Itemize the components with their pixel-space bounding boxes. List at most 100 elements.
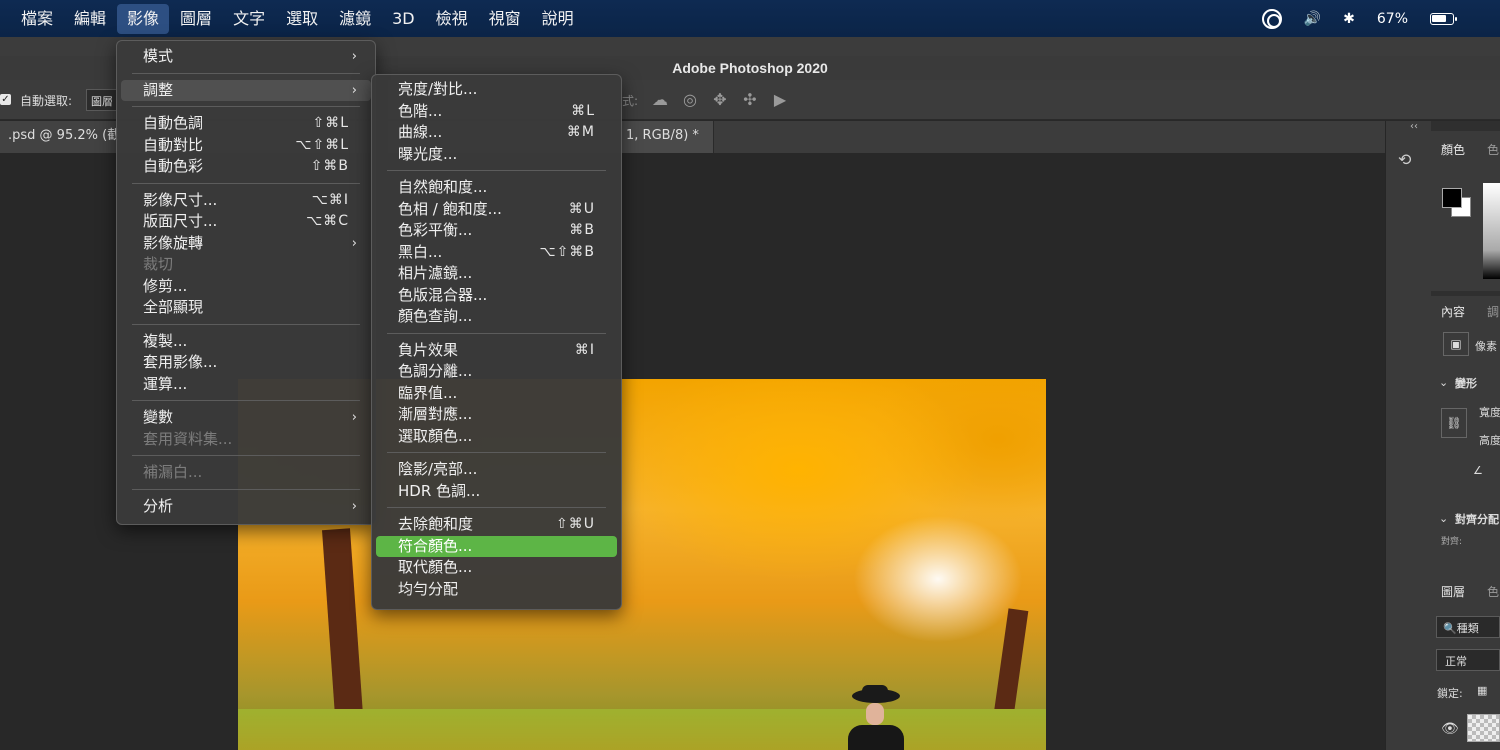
menu-item[interactable]: 顏色查詢... xyxy=(376,306,617,327)
menubar-item[interactable]: 檢視 xyxy=(426,4,478,34)
menu-bar-items: 檔案 編輯 影像 圖層 文字 選取 濾鏡 3D 檢視 視窗 說明 xyxy=(0,3,584,34)
3d-slide-icon[interactable]: ✣ xyxy=(740,90,760,110)
menu-item-label: 影像旋轉 xyxy=(143,233,204,252)
menu-item[interactable]: 色彩平衡... ⌘B xyxy=(376,220,617,241)
layer-thumbnail[interactable] xyxy=(1467,714,1500,742)
menubar-item[interactable]: 編輯 xyxy=(64,4,116,34)
menu-item[interactable]: 運算... xyxy=(121,374,371,395)
menu-item[interactable]: 均勻分配 xyxy=(376,579,617,600)
menu-item[interactable]: 負片效果 ⌘I xyxy=(376,340,617,361)
menu-item[interactable]: 自動色調 ⇧⌘L xyxy=(121,113,371,134)
foreground-color-swatch[interactable] xyxy=(1442,188,1462,208)
menu-item[interactable]: 曝光度... xyxy=(376,144,617,165)
menu-item-label: 複製... xyxy=(143,331,188,350)
tab-properties[interactable]: 內容 xyxy=(1441,303,1465,320)
menu-item[interactable]: 選取顏色... xyxy=(376,426,617,447)
menu-item[interactable]: 符合顏色... xyxy=(376,535,617,557)
menubar-item[interactable]: 影像 xyxy=(117,3,170,34)
menubar-item[interactable]: 濾鏡 xyxy=(329,4,381,34)
lock-label: 鎖定: xyxy=(1437,687,1463,700)
menu-item[interactable]: 修剪... xyxy=(121,276,371,297)
document-tab-2[interactable]: 1, RGB/8) * xyxy=(618,121,714,153)
chevron-down-icon[interactable]: ⌄ xyxy=(1439,376,1448,389)
menu-item[interactable]: 取代顏色... xyxy=(376,557,617,578)
menu-item[interactable]: 陰影/亮部... xyxy=(376,459,617,480)
menu-item[interactable]: 漸層對應... xyxy=(376,404,617,425)
menu-item[interactable]: 去除飽和度 ⇧⌘U xyxy=(376,514,617,535)
menubar-item[interactable]: 選取 xyxy=(276,4,328,34)
3d-roll-icon[interactable]: ◎ xyxy=(680,90,700,110)
collapse-panels-icon[interactable]: ‹‹ xyxy=(1410,121,1418,132)
menu-item[interactable]: 複製... xyxy=(121,331,371,352)
menu-item[interactable]: 色版混合器... xyxy=(376,285,617,306)
menu-item-shortcut: ⌘I xyxy=(574,341,595,358)
color-picker-field[interactable] xyxy=(1483,183,1500,279)
menu-item-label: 分析 xyxy=(143,496,174,515)
menubar-item[interactable]: 3D xyxy=(382,4,425,34)
menu-item[interactable]: 分析 › xyxy=(121,496,371,517)
panel-icon-strip xyxy=(1385,121,1431,750)
blend-mode-dropdown[interactable]: 正常 xyxy=(1436,649,1500,671)
menu-item[interactable]: 色相 / 飽和度... ⌘U xyxy=(376,199,617,220)
creative-cloud-icon[interactable] xyxy=(1261,8,1282,29)
menu-item[interactable]: 變數 › xyxy=(121,407,371,428)
document-tab-1[interactable]: .psd @ 95.2% (截圖 xyxy=(0,121,118,153)
menu-item[interactable]: 自然飽和度... xyxy=(376,177,617,198)
tab-color[interactable]: 顏色 xyxy=(1441,141,1465,158)
menu-item-shortcut: ⇧⌘B xyxy=(310,158,349,174)
menu-item[interactable]: 色階... ⌘L xyxy=(376,101,617,122)
menu-item[interactable]: 套用影像... xyxy=(121,352,371,373)
status-area: 🔊 ✱ 67% xyxy=(1261,0,1488,37)
menu-item[interactable]: 自動對比 ⌥⇧⌘L xyxy=(121,135,371,156)
link-icon[interactable]: ⛓ xyxy=(1441,408,1467,438)
menubar-item[interactable]: 文字 xyxy=(223,4,275,34)
menu-separator xyxy=(132,323,360,325)
eye-icon[interactable]: 👁 xyxy=(1441,721,1459,737)
3d-orbit-icon[interactable]: ☁ xyxy=(650,90,670,110)
auto-select-checkbox[interactable]: ✓ xyxy=(0,94,11,105)
lock-transparency-icon[interactable]: ▦ xyxy=(1477,684,1487,697)
menu-item[interactable]: 黑白... ⌥⇧⌘B xyxy=(376,242,617,263)
volume-icon[interactable]: 🔊 xyxy=(1304,11,1321,27)
menu-item-label: 調整 xyxy=(143,80,174,99)
submenu-arrow-icon: › xyxy=(351,235,357,251)
menu-separator xyxy=(132,455,360,456)
menu-item[interactable]: 相片濾鏡... xyxy=(376,263,617,284)
menubar-item[interactable]: 說明 xyxy=(532,4,584,34)
tab-swatches[interactable]: 色 xyxy=(1487,141,1499,158)
history-icon[interactable]: ⟲ xyxy=(1398,150,1411,169)
menu-item[interactable]: 亮度/對比... xyxy=(376,79,617,100)
menubar-item[interactable]: 圖層 xyxy=(170,4,222,34)
menu-item[interactable]: 曲線... ⌘M xyxy=(376,122,617,143)
menu-item[interactable]: 自動色彩 ⇧⌘B xyxy=(121,156,371,177)
menu-item[interactable]: 調整 › xyxy=(121,79,371,101)
auto-select-label: 自動選取: xyxy=(20,94,73,108)
bluetooth-icon[interactable]: ✱ xyxy=(1343,11,1355,27)
tab-adjustments[interactable]: 調 xyxy=(1487,303,1499,320)
chevron-down-icon[interactable]: ⌄ xyxy=(1439,512,1448,525)
tab-channels[interactable]: 色 xyxy=(1487,583,1499,600)
3d-scale-icon[interactable]: ▶ xyxy=(770,90,790,110)
menu-item[interactable]: 全部顯現 xyxy=(121,297,371,318)
menu-item[interactable]: 模式 › xyxy=(121,46,371,67)
menu-item[interactable]: 版面尺寸... ⌥⌘C xyxy=(121,211,371,232)
menu-separator xyxy=(387,507,606,508)
menu-item-label: 色相 / 飽和度... xyxy=(398,199,502,218)
3d-pan-icon[interactable]: ✥ xyxy=(710,90,730,110)
auto-select-dropdown[interactable]: 圖層 xyxy=(86,89,118,111)
menu-separator xyxy=(132,182,360,184)
menu-item[interactable]: 影像尺寸... ⌥⌘I xyxy=(121,190,371,211)
menu-item[interactable]: 影像旋轉 › xyxy=(121,233,371,254)
menubar-item[interactable]: 視窗 xyxy=(479,4,531,34)
battery-icon[interactable] xyxy=(1430,12,1457,25)
tab-layers[interactable]: 圖層 xyxy=(1441,583,1465,600)
menu-item-label: 模式 xyxy=(143,47,174,65)
menu-item[interactable]: 臨界值... xyxy=(376,383,617,404)
menu-item[interactable]: HDR 色調... xyxy=(376,481,617,502)
menu-item[interactable]: 色調分離... xyxy=(376,361,617,382)
menu-item: 補漏白... xyxy=(121,462,371,483)
layer-kind-filter[interactable]: 🔍種類 xyxy=(1436,616,1500,638)
menubar-item[interactable]: 檔案 xyxy=(11,4,63,34)
submenu-arrow-icon: › xyxy=(351,498,357,514)
angle-icon: ∠ xyxy=(1473,464,1483,477)
